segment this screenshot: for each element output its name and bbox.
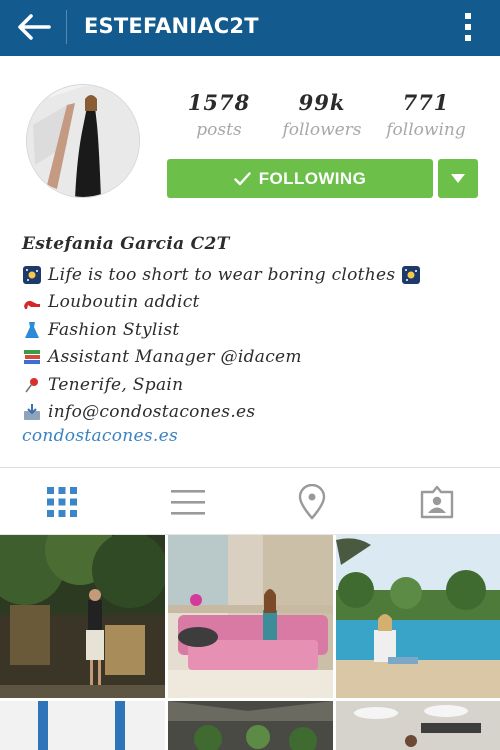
grid-photo[interactable] [336, 701, 500, 750]
bio-line: Louboutin addict [22, 289, 482, 317]
bio-text: Fashion Stylist [48, 319, 180, 340]
tab-tagged-photos[interactable] [415, 480, 459, 524]
dress-icon [25, 321, 39, 338]
following-button[interactable]: FOLLOWING [167, 159, 433, 198]
grid-photo[interactable] [168, 535, 333, 698]
back-button[interactable] [12, 8, 56, 46]
following-label: following [386, 120, 466, 140]
tab-photo-map[interactable] [290, 480, 334, 524]
person-tag-icon [420, 485, 454, 519]
grid-photo[interactable] [0, 535, 165, 698]
caret-down-icon [451, 174, 465, 183]
profile-avatar[interactable] [26, 84, 140, 198]
grid-icon [47, 487, 77, 517]
stat-following[interactable]: 771 following [371, 90, 481, 140]
arrow-left-icon [18, 14, 51, 40]
night-sky-icon [402, 265, 421, 284]
followers-count: 99k [298, 90, 346, 115]
stat-posts: 1578 posts [164, 90, 274, 140]
suggestions-dropdown-button[interactable] [438, 159, 478, 198]
night-sky-icon [23, 265, 41, 284]
grid-photo[interactable] [0, 701, 165, 750]
grid-photo[interactable] [168, 701, 333, 750]
bio-line: Life is too short to wear boring clothes [22, 261, 482, 289]
bio-text: Louboutin addict [48, 292, 200, 313]
books-icon [24, 350, 40, 365]
full-name: Estefania Garcia C2T [22, 234, 230, 254]
posts-label: posts [196, 120, 242, 140]
website-link[interactable]: condostacones.es [22, 426, 482, 453]
profile-bio: Estefania Garcia C2T Life is too short t… [22, 234, 482, 453]
list-icon [171, 490, 205, 515]
following-count: 771 [402, 90, 450, 115]
top-app-bar: ESTEFANIAC2T [0, 0, 500, 56]
bio-text: Assistant Manager @idacem [48, 347, 302, 368]
tab-list-view[interactable] [166, 480, 210, 524]
following-button-label: FOLLOWING [258, 168, 367, 188]
check-icon [234, 171, 251, 185]
header-divider [66, 10, 67, 44]
bio-line: Assistant Manager @idacem [22, 344, 482, 372]
inbox-tray-icon [24, 404, 40, 421]
stat-followers[interactable]: 99k followers [267, 90, 377, 140]
location-pin-icon [298, 484, 326, 520]
bio-line: Fashion Stylist [22, 316, 482, 344]
posts-count: 1578 [187, 90, 251, 115]
bio-text: Life is too short to wear boring clothes [48, 264, 396, 285]
tab-grid-view[interactable] [40, 480, 84, 524]
round-pushpin-icon [25, 377, 38, 393]
profile-view-tabs [0, 468, 500, 534]
bio-line: Tenerife, Spain [22, 371, 482, 399]
high-heel-icon [24, 301, 40, 310]
bio-line: info@condostacones.es [22, 399, 482, 427]
overflow-menu-button[interactable] [448, 6, 488, 48]
bio-text: info@condostacones.es [48, 402, 256, 423]
more-vertical-icon [465, 13, 471, 41]
followers-label: followers [282, 120, 362, 140]
profile-username: ESTEFANIAC2T [84, 14, 259, 38]
bio-text: Tenerife, Spain [48, 374, 184, 395]
grid-photo[interactable] [336, 535, 500, 698]
